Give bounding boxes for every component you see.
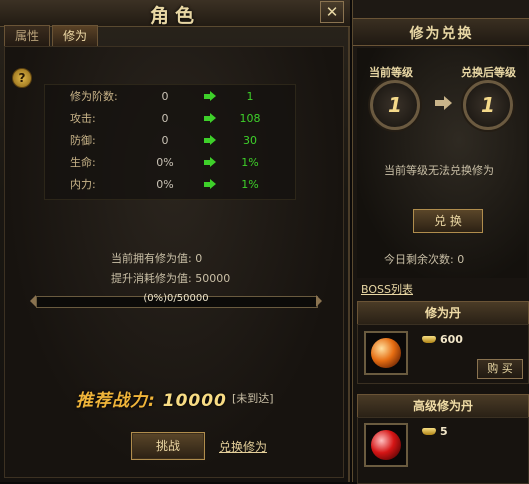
boss-list-link[interactable]: BOSS列表: [361, 281, 413, 297]
exchange-title-bar: 修为兑换: [353, 18, 529, 46]
stat-label: 防御:: [70, 134, 96, 147]
remaining-count: 今日剩余次数: 0: [384, 253, 465, 266]
game-window: 角色 ✕ 属性 修为 ? 修为阶数: 0 1 攻击: 0 108 防御: 0 3…: [0, 0, 529, 484]
cost-cultivation-text: 提升消耗修为值: 50000: [111, 272, 231, 285]
item-title: 高级修为丹: [357, 394, 529, 418]
title-bar: 角色 ✕: [0, 0, 350, 27]
exchange-title: 修为兑换: [409, 26, 474, 42]
power-status: [未到达]: [232, 392, 274, 405]
stat-row: 防御: 0 30: [45, 131, 295, 151]
gold-ingot-icon: [422, 336, 436, 343]
power-value: 10000: [162, 391, 227, 411]
stat-next: 108: [239, 112, 261, 125]
stat-current: 0: [161, 90, 169, 103]
stat-current: 0%: [156, 156, 174, 169]
stat-row: 内力: 0% 1%: [45, 175, 295, 195]
stat-row: 生命: 0% 1%: [45, 153, 295, 173]
item-price: 5: [440, 425, 448, 438]
cultivation-progress: (0%)0/50000: [30, 293, 322, 308]
challenge-button[interactable]: 挑战: [131, 432, 205, 460]
buy-button[interactable]: 购 买: [477, 359, 523, 379]
recommended-power: 推荐战力: 10000: [76, 386, 227, 411]
cultivation-pill-icon: [371, 338, 401, 368]
stat-current: 0: [161, 112, 169, 125]
power-label: 推荐战力:: [76, 391, 156, 411]
stat-label: 内力:: [70, 178, 96, 191]
exchange-message: 当前等级无法兑换修为: [384, 164, 494, 177]
after-level-badge: 1: [463, 80, 513, 130]
stat-row: 修为阶数: 0 1: [45, 87, 295, 107]
item-slot[interactable]: [364, 423, 408, 467]
tab-cultivation[interactable]: 修为: [52, 25, 98, 46]
stat-next: 1: [246, 90, 254, 103]
close-button[interactable]: ✕: [320, 1, 344, 23]
exchange-button[interactable]: 兑 换: [413, 209, 483, 233]
stat-label: 修为阶数:: [70, 90, 118, 103]
stat-row: 攻击: 0 108: [45, 109, 295, 129]
stat-label: 生命:: [70, 156, 96, 169]
stat-next: 30: [243, 134, 257, 147]
stat-label: 攻击:: [70, 112, 96, 125]
advanced-cultivation-pill-icon: [371, 430, 401, 460]
item-price: 600: [440, 333, 463, 346]
help-icon[interactable]: ?: [12, 68, 32, 88]
progress-text: (0%)0/50000: [143, 293, 209, 304]
current-level-label: 当前等级: [369, 66, 413, 79]
stat-table: 修为阶数: 0 1 攻击: 0 108 防御: 0 30 生命: 0% 1% 内…: [44, 84, 296, 200]
tab-attributes[interactable]: 属性: [4, 25, 50, 46]
current-level-badge: 1: [370, 80, 420, 130]
item-title: 修为丹: [357, 301, 529, 325]
item-slot[interactable]: [364, 331, 408, 375]
character-panel: 角色 ✕ 属性 修为 ? 修为阶数: 0 1 攻击: 0 108 防御: 0 3…: [0, 0, 350, 482]
exchange-cultivation-link[interactable]: 兑换修为: [219, 438, 267, 455]
window-title: 角色: [149, 5, 200, 27]
gold-ingot-icon: [422, 428, 436, 435]
after-level-label: 兑换后等级: [461, 66, 516, 79]
stat-next: 1%: [241, 178, 259, 191]
stat-current: 0: [161, 134, 169, 147]
stat-current: 0%: [156, 178, 174, 191]
owned-cultivation-text: 当前拥有修为值: 0: [111, 252, 203, 265]
stat-next: 1%: [241, 156, 259, 169]
